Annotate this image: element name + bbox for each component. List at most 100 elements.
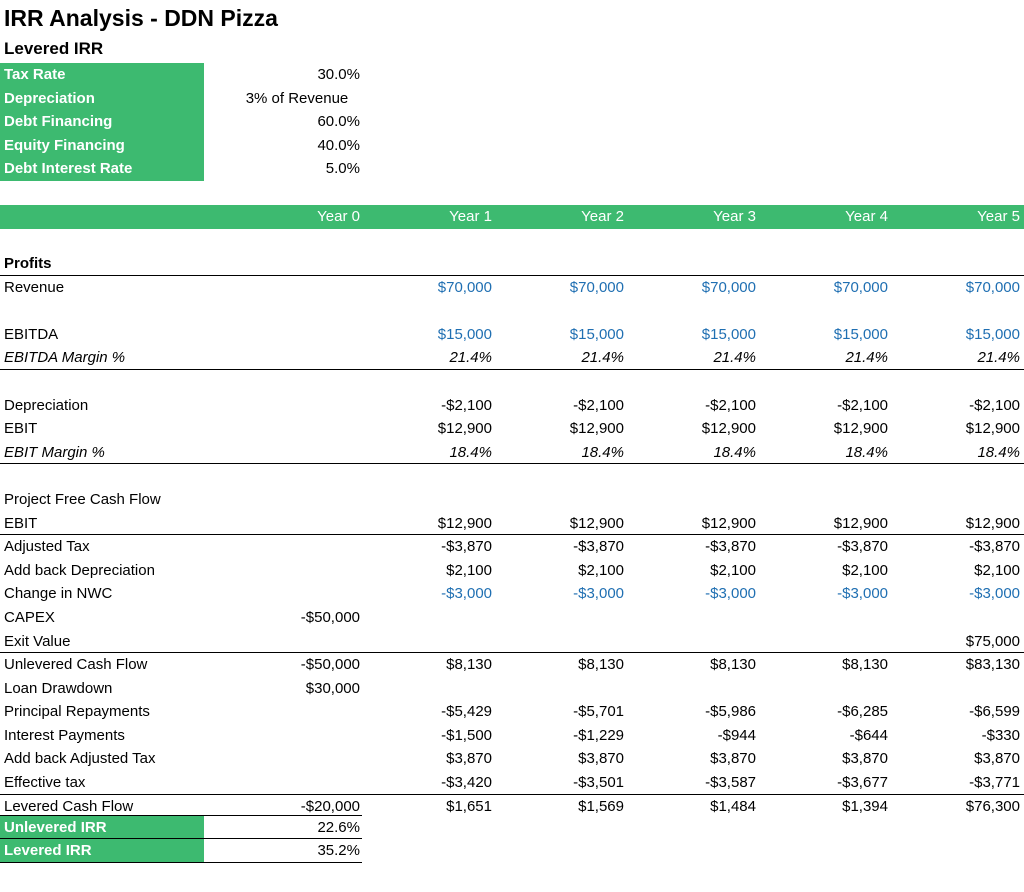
- cell-year-2[interactable]: -$1,229: [504, 727, 624, 744]
- cell-year-1[interactable]: $1,651: [372, 798, 492, 815]
- row-label[interactable]: Levered Cash Flow: [4, 798, 133, 815]
- row-label[interactable]: CAPEX: [4, 609, 55, 626]
- cell-year-4[interactable]: -$3,677: [768, 774, 888, 791]
- cell-year-1[interactable]: $70,000: [372, 279, 492, 296]
- row-label[interactable]: Exit Value: [4, 633, 70, 650]
- assumption-value[interactable]: 3% of Revenue: [204, 90, 362, 107]
- row-label[interactable]: Project Free Cash Flow: [4, 491, 161, 508]
- row-label[interactable]: Effective tax: [4, 774, 85, 791]
- cell-year-4[interactable]: $1,394: [768, 798, 888, 815]
- row-label[interactable]: Interest Payments: [4, 727, 125, 744]
- row-label[interactable]: Adjusted Tax: [4, 538, 90, 555]
- cell-year-5[interactable]: -$330: [900, 727, 1020, 744]
- row-label[interactable]: Add back Adjusted Tax: [4, 750, 156, 767]
- cell-year-3[interactable]: -$3,587: [636, 774, 756, 791]
- cell-year-1[interactable]: 21.4%: [372, 349, 492, 366]
- year-header-3[interactable]: Year 3: [636, 208, 756, 225]
- cell-year-3[interactable]: -$3,870: [636, 538, 756, 555]
- cell-year-4[interactable]: 21.4%: [768, 349, 888, 366]
- cell-year-3[interactable]: 18.4%: [636, 444, 756, 461]
- row-label[interactable]: Add back Depreciation: [4, 562, 155, 579]
- cell-year-2[interactable]: 18.4%: [504, 444, 624, 461]
- cell-year-0[interactable]: -$50,000: [240, 609, 360, 626]
- year-header-2[interactable]: Year 2: [504, 208, 624, 225]
- row-label[interactable]: Principal Repayments: [4, 703, 150, 720]
- row-label[interactable]: EBIT: [4, 515, 37, 532]
- cell-year-1[interactable]: $2,100: [372, 562, 492, 579]
- cell-year-5[interactable]: $76,300: [900, 798, 1020, 815]
- cell-year-0[interactable]: -$20,000: [240, 798, 360, 815]
- cell-year-4[interactable]: -$6,285: [768, 703, 888, 720]
- year-header-4[interactable]: Year 4: [768, 208, 888, 225]
- row-label[interactable]: Revenue: [4, 279, 64, 296]
- cell-year-1[interactable]: $15,000: [372, 326, 492, 343]
- cell-year-1[interactable]: -$1,500: [372, 727, 492, 744]
- year-header-0[interactable]: Year 0: [240, 208, 360, 225]
- row-label[interactable]: Profits: [4, 255, 52, 272]
- cell-year-1[interactable]: 18.4%: [372, 444, 492, 461]
- cell-year-2[interactable]: $70,000: [504, 279, 624, 296]
- cell-year-1[interactable]: -$2,100: [372, 397, 492, 414]
- row-label[interactable]: Change in NWC: [4, 585, 112, 602]
- cell-year-2[interactable]: $1,569: [504, 798, 624, 815]
- cell-year-5[interactable]: -$3,000: [900, 585, 1020, 602]
- cell-year-0[interactable]: -$50,000: [240, 656, 360, 673]
- assumption-label[interactable]: Equity Financing: [0, 133, 204, 157]
- cell-year-3[interactable]: $15,000: [636, 326, 756, 343]
- cell-year-5[interactable]: 21.4%: [900, 349, 1020, 366]
- cell-year-2[interactable]: -$3,501: [504, 774, 624, 791]
- cell-year-4[interactable]: $2,100: [768, 562, 888, 579]
- cell-year-1[interactable]: $3,870: [372, 750, 492, 767]
- assumption-value[interactable]: 30.0%: [204, 66, 362, 83]
- cell-year-2[interactable]: $2,100: [504, 562, 624, 579]
- cell-year-2[interactable]: -$3,000: [504, 585, 624, 602]
- assumption-label[interactable]: Depreciation: [0, 86, 204, 110]
- cell-year-3[interactable]: 21.4%: [636, 349, 756, 366]
- cell-year-2[interactable]: $12,900: [504, 515, 624, 532]
- assumption-value[interactable]: 60.0%: [204, 113, 362, 130]
- irr-label[interactable]: Levered IRR: [0, 839, 204, 862]
- assumption-label[interactable]: Tax Rate: [0, 63, 204, 87]
- cell-year-1[interactable]: -$3,420: [372, 774, 492, 791]
- cell-year-2[interactable]: -$5,701: [504, 703, 624, 720]
- cell-year-2[interactable]: -$3,870: [504, 538, 624, 555]
- cell-year-4[interactable]: $70,000: [768, 279, 888, 296]
- cell-year-3[interactable]: $2,100: [636, 562, 756, 579]
- row-label[interactable]: Depreciation: [4, 397, 88, 414]
- row-label[interactable]: EBIT: [4, 420, 37, 437]
- cell-year-3[interactable]: $70,000: [636, 279, 756, 296]
- cell-year-3[interactable]: $12,900: [636, 420, 756, 437]
- row-label[interactable]: EBIT Margin %: [4, 444, 105, 461]
- cell-year-3[interactable]: -$5,986: [636, 703, 756, 720]
- cell-year-4[interactable]: $12,900: [768, 420, 888, 437]
- cell-year-5[interactable]: $15,000: [900, 326, 1020, 343]
- cell-year-2[interactable]: $15,000: [504, 326, 624, 343]
- cell-year-2[interactable]: $3,870: [504, 750, 624, 767]
- cell-year-5[interactable]: $2,100: [900, 562, 1020, 579]
- cell-year-3[interactable]: $1,484: [636, 798, 756, 815]
- cell-year-5[interactable]: $75,000: [900, 633, 1020, 650]
- cell-year-3[interactable]: $8,130: [636, 656, 756, 673]
- cell-year-5[interactable]: $12,900: [900, 515, 1020, 532]
- cell-year-4[interactable]: $15,000: [768, 326, 888, 343]
- row-label[interactable]: EBITDA: [4, 326, 58, 343]
- cell-year-5[interactable]: -$3,870: [900, 538, 1020, 555]
- cell-year-4[interactable]: -$2,100: [768, 397, 888, 414]
- irr-value[interactable]: 22.6%: [204, 819, 362, 836]
- row-label[interactable]: Loan Drawdown: [4, 680, 112, 697]
- assumption-value[interactable]: 5.0%: [204, 160, 362, 177]
- assumption-value[interactable]: 40.0%: [204, 137, 362, 154]
- cell-year-4[interactable]: $8,130: [768, 656, 888, 673]
- cell-year-5[interactable]: -$6,599: [900, 703, 1020, 720]
- cell-year-4[interactable]: $3,870: [768, 750, 888, 767]
- cell-year-5[interactable]: 18.4%: [900, 444, 1020, 461]
- cell-year-1[interactable]: $12,900: [372, 515, 492, 532]
- cell-year-4[interactable]: -$3,870: [768, 538, 888, 555]
- cell-year-4[interactable]: -$3,000: [768, 585, 888, 602]
- irr-label[interactable]: Unlevered IRR: [0, 816, 204, 838]
- cell-year-5[interactable]: $83,130: [900, 656, 1020, 673]
- assumption-label[interactable]: Debt Interest Rate: [0, 157, 204, 181]
- row-label[interactable]: Unlevered Cash Flow: [4, 656, 147, 673]
- cell-year-0[interactable]: $30,000: [240, 680, 360, 697]
- year-header-1[interactable]: Year 1: [372, 208, 492, 225]
